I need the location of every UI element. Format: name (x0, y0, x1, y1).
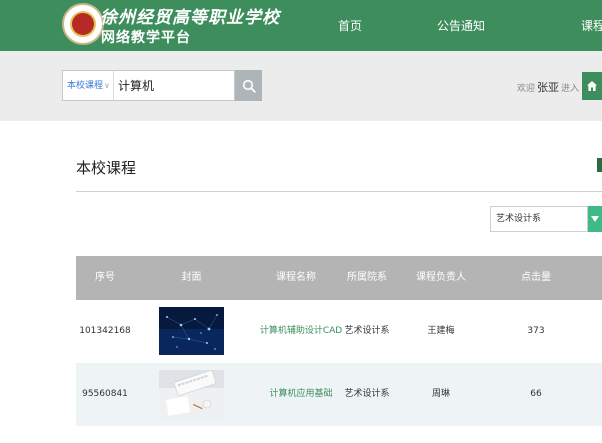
cell-owner: 王建梅 (427, 326, 455, 336)
table-header: 序号 封面 课程名称 所属院系 课程负责人 点击量 (76, 256, 602, 300)
cell-clicks: 373 (527, 326, 545, 336)
cell-department: 艺术设计系 (344, 326, 390, 336)
course-cover-image[interactable] (159, 307, 224, 355)
table-row: 95560841 计算机应用基础 艺术设计系 周琳 66 (76, 363, 602, 426)
nav-announcements[interactable]: 公告通知 (437, 17, 485, 34)
col-clicks: 点击量 (521, 272, 551, 283)
platform-name: 网络教学平台 (101, 30, 191, 46)
enter-link[interactable]: 进入 (561, 81, 579, 94)
home-icon (587, 81, 597, 91)
col-owner: 课程负责人 (416, 272, 466, 283)
section-marker (597, 158, 602, 172)
search-scope-label: 本校课程 (67, 81, 104, 91)
cell-id: 95560841 (82, 389, 128, 399)
chevron-down-icon: ∨ (104, 81, 110, 90)
col-cover: 封面 (181, 272, 202, 283)
top-header: 徐州经贸高等职业学校 网络教学平台 首页 公告通知 课程中心 (0, 0, 602, 51)
cell-department: 艺术设计系 (344, 389, 390, 399)
cell-owner: 周琳 (431, 389, 450, 399)
course-table: 序号 封面 课程名称 所属院系 课程负责人 点击量 101342168 计算机辅… (76, 256, 602, 426)
search-scope-select[interactable]: 本校课程∨ (62, 70, 113, 101)
school-name: 徐州经贸高等职业学校 (100, 8, 280, 28)
table-row: 101342168 计算机辅助设计CAD 艺术设计系 王建梅 373 (76, 300, 602, 363)
home-button[interactable] (582, 72, 602, 100)
course-name-link[interactable]: 计算机辅助设计CAD (256, 300, 346, 363)
caret-down-icon (591, 216, 599, 222)
welcome-text: 欢迎 (517, 84, 536, 94)
search-button[interactable] (235, 70, 262, 101)
school-logo-icon[interactable] (62, 3, 104, 45)
search-icon (242, 79, 256, 93)
department-filter-select[interactable]: 艺术设计系 (490, 206, 588, 232)
cell-id: 101342168 (79, 326, 131, 336)
cell-clicks: 66 (530, 389, 542, 399)
section-title: 本校课程 (76, 159, 137, 177)
section-divider (76, 191, 602, 192)
username[interactable]: 张亚 (537, 79, 559, 95)
col-course-name: 课程名称 (276, 272, 316, 283)
col-department: 所属院系 (347, 272, 387, 283)
department-filter-toggle[interactable] (588, 206, 602, 232)
nav-home[interactable]: 首页 (338, 17, 362, 34)
col-id: 序号 (95, 272, 115, 283)
course-cover-image[interactable] (159, 370, 224, 418)
course-name-link[interactable]: 计算机应用基础 (256, 363, 346, 426)
search-input[interactable] (113, 70, 235, 101)
nav-course-center[interactable]: 课程中心 (581, 17, 602, 34)
